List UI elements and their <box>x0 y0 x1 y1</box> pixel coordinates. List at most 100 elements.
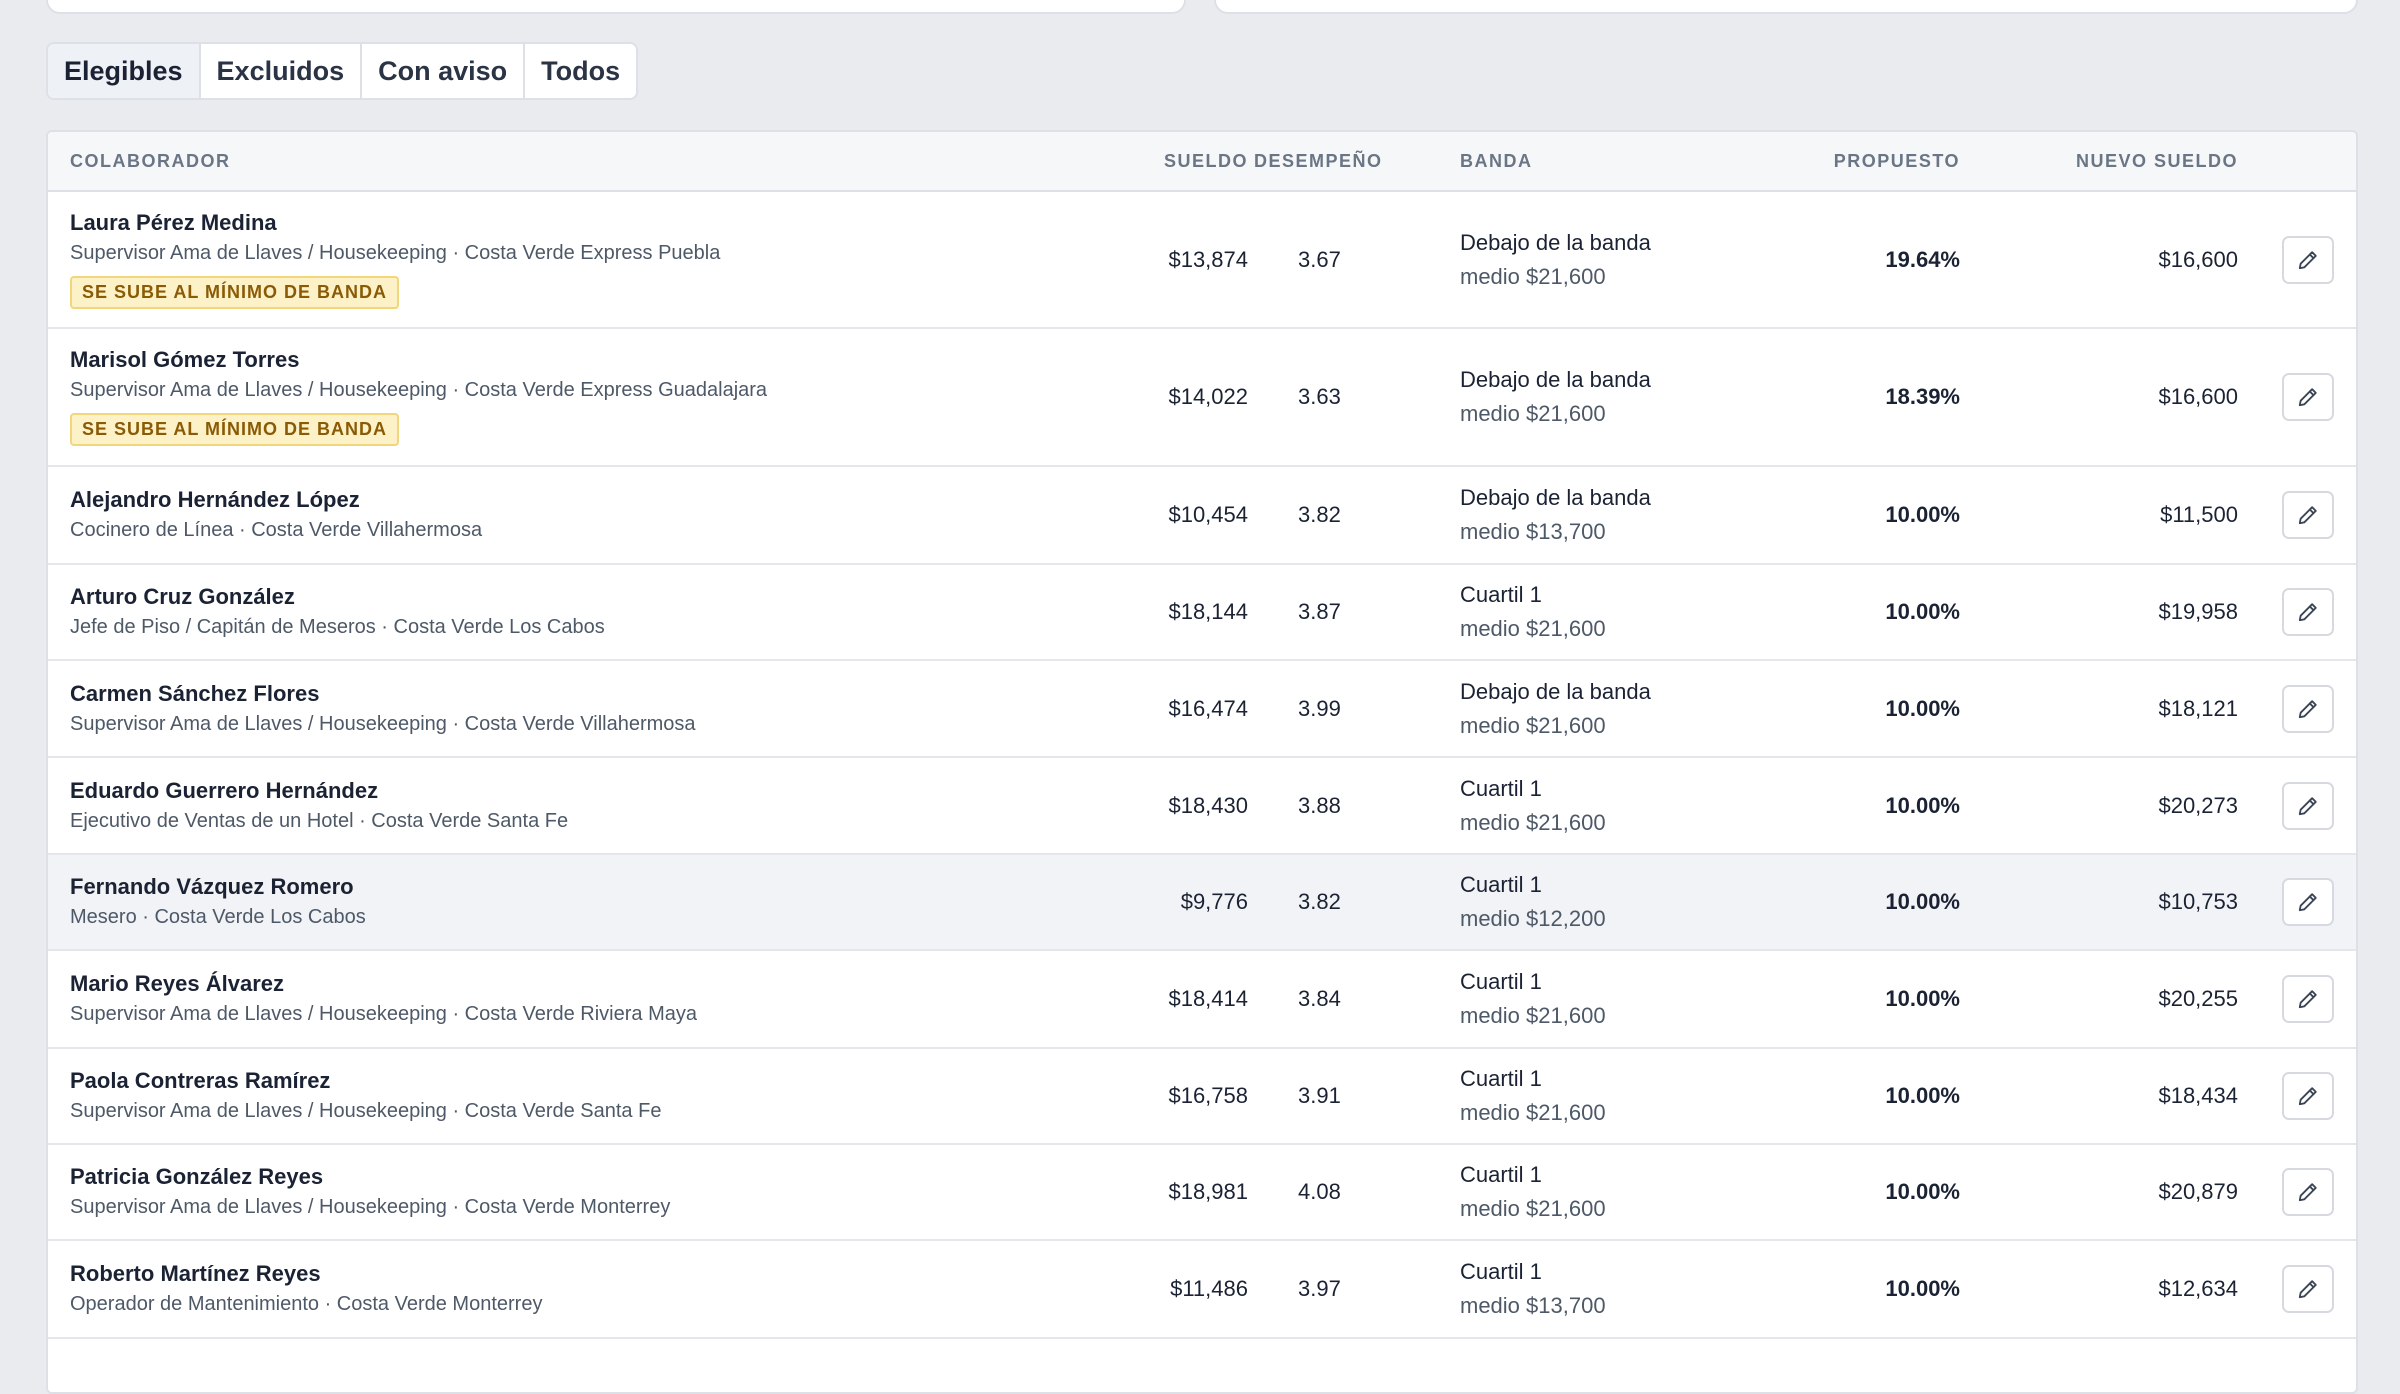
performance-score: 3.63 <box>1298 384 1341 409</box>
current-salary: $18,430 <box>1168 792 1248 818</box>
band-midpoint: medio $21,600 <box>1460 809 1606 835</box>
employee-position-location: Supervisor Ama de Llaves / Housekeeping … <box>70 1196 671 1218</box>
table-row[interactable]: Mario Reyes Álvarez Supervisor Ama de Ll… <box>48 951 2356 1049</box>
table-row[interactable]: Laura Pérez Medina Supervisor Ama de Lla… <box>48 192 2356 329</box>
employee-name: Mario Reyes Álvarez <box>70 971 284 996</box>
employee-name: Arturo Cruz González <box>70 584 295 609</box>
column-header-nuevo-sueldo[interactable]: NUEVO SUELDO <box>2076 132 2238 190</box>
band-midpoint: medio $21,600 <box>1460 712 1606 738</box>
employee-position-location: Ejecutivo de Ventas de un Hotel · Costa … <box>70 809 569 832</box>
edit-button[interactable] <box>2282 975 2334 1023</box>
column-header-propuesto[interactable]: PROPUESTO <box>1834 132 1960 190</box>
band-status: Debajo de la banda <box>1460 678 1651 704</box>
current-salary: $18,144 <box>1168 599 1248 624</box>
edit-button[interactable] <box>2282 588 2334 636</box>
employee-name: Carmen Sánchez Flores <box>70 680 320 706</box>
proposed-increase: 10.00% <box>1885 889 1960 914</box>
employee-name: Eduardo Guerrero Hernández <box>70 777 379 803</box>
tab-elegibles[interactable]: Elegibles <box>48 44 201 98</box>
current-salary: $14,022 <box>1168 384 1248 409</box>
employee-cell: Arturo Cruz González Jefe de Piso / Capi… <box>70 582 605 642</box>
pencil-icon <box>2298 1183 2317 1202</box>
current-salary: $10,454 <box>1168 502 1248 527</box>
employee-position-location: Supervisor Ama de Llaves / Housekeeping … <box>70 1003 697 1025</box>
performance-score: 3.67 <box>1298 246 1341 272</box>
employee-position-location: Cocinero de Línea · Costa Verde Villaher… <box>70 519 483 541</box>
edit-button[interactable] <box>2282 1265 2334 1313</box>
band-status: Cuartil 1 <box>1460 969 1542 994</box>
band-cell: Debajo de la banda medio $21,600 <box>1460 363 1651 431</box>
current-salary: $16,474 <box>1168 695 1248 721</box>
edit-button[interactable] <box>2282 781 2334 830</box>
tab-todos[interactable]: Todos <box>525 44 636 98</box>
employee-position-location: Supervisor Ama de Llaves / Housekeeping … <box>70 712 696 735</box>
employee-name: Patricia González Reyes <box>70 1164 324 1189</box>
performance-score: 3.88 <box>1298 792 1341 818</box>
table-row[interactable]: Marisol Gómez Torres Supervisor Ama de L… <box>48 329 2356 467</box>
employee-cell: Marisol Gómez Torres Supervisor Ama de L… <box>70 345 767 446</box>
column-header-desempeno[interactable]: DESEMPEÑO <box>1254 132 1383 190</box>
column-header-sueldo[interactable]: SUELDO <box>1164 132 1248 190</box>
table-row[interactable]: Patricia González Reyes Supervisor Ama d… <box>48 1145 2356 1241</box>
band-cell: Debajo de la banda medio $21,600 <box>1460 226 1651 294</box>
table-row[interactable]: Arturo Cruz González Jefe de Piso / Capi… <box>48 565 2356 661</box>
band-midpoint: medio $21,600 <box>1460 263 1606 289</box>
edit-button[interactable] <box>2282 491 2334 539</box>
band-midpoint: medio $21,600 <box>1460 1100 1606 1125</box>
new-salary: $11,500 <box>2160 502 2238 527</box>
band-minimum-badge: SE SUBE AL MÍNIMO DE BANDA <box>70 276 400 309</box>
employee-cell: Roberto Martínez Reyes Operador de Mante… <box>70 1259 542 1319</box>
top-summary-card-left <box>46 0 1186 14</box>
new-salary: $20,879 <box>2158 1179 2238 1204</box>
table-row[interactable]: Eduardo Guerrero Hernández Ejecutivo de … <box>48 758 2356 855</box>
new-salary: $20,273 <box>2158 792 2238 818</box>
current-salary: $11,486 <box>1170 1276 1248 1301</box>
proposed-increase: 10.00% <box>1885 599 1960 624</box>
edit-button[interactable] <box>2282 1168 2334 1216</box>
performance-score: 3.82 <box>1298 889 1341 914</box>
current-salary: $18,414 <box>1168 986 1248 1011</box>
employee-position-location: Operador de Mantenimiento · Costa Verde … <box>70 1293 543 1315</box>
band-cell: Cuartil 1 medio $21,600 <box>1460 1062 1606 1130</box>
band-cell: Cuartil 1 medio $13,700 <box>1460 1255 1606 1323</box>
column-header-colaborador[interactable]: COLABORADOR <box>70 132 231 190</box>
pencil-icon <box>2298 250 2317 269</box>
proposed-increase: 10.00% <box>1885 1179 1960 1204</box>
table-header: COLABORADOR SUELDO DESEMPEÑO BANDA PROPU… <box>48 132 2356 192</box>
employee-position-location: Jefe de Piso / Capitán de Meseros · Cost… <box>70 616 605 638</box>
current-salary: $9,776 <box>1180 889 1248 914</box>
band-status: Cuartil 1 <box>1460 582 1542 607</box>
edit-button[interactable] <box>2282 684 2334 733</box>
employee-cell: Paola Contreras Ramírez Supervisor Ama d… <box>70 1066 661 1126</box>
pencil-icon <box>2298 990 2317 1009</box>
tab-excluidos[interactable]: Excluidos <box>201 44 363 98</box>
current-salary: $16,758 <box>1168 1083 1248 1108</box>
table-row[interactable]: Carmen Sánchez Flores Supervisor Ama de … <box>48 661 2356 758</box>
employee-cell: Fernando Vázquez Romero Mesero · Costa V… <box>70 872 366 932</box>
employee-position-location: Supervisor Ama de Llaves / Housekeeping … <box>70 1100 662 1122</box>
employee-cell: Mario Reyes Álvarez Supervisor Ama de Ll… <box>70 969 697 1029</box>
band-midpoint: medio $13,700 <box>1460 1293 1606 1318</box>
edit-button[interactable] <box>2282 878 2334 926</box>
table-row[interactable]: Roberto Martínez Reyes Operador de Mante… <box>48 1241 2356 1339</box>
band-minimum-badge: SE SUBE AL MÍNIMO DE BANDA <box>70 413 400 446</box>
edit-button[interactable] <box>2282 373 2334 421</box>
new-salary: $12,634 <box>2158 1276 2238 1301</box>
performance-score: 3.99 <box>1298 695 1341 721</box>
employee-position-location: Supervisor Ama de Llaves / Housekeeping … <box>70 242 721 264</box>
edit-button[interactable] <box>2282 1072 2334 1120</box>
employee-name: Roberto Martínez Reyes <box>70 1261 321 1286</box>
table-row[interactable]: Fernando Vázquez Romero Mesero · Costa V… <box>48 855 2356 951</box>
new-salary: $20,255 <box>2158 986 2238 1011</box>
column-header-banda[interactable]: BANDA <box>1460 132 1533 190</box>
table-row[interactable]: Alejandro Hernández López Cocinero de Lí… <box>48 467 2356 565</box>
employee-position-location: Supervisor Ama de Llaves / Housekeeping … <box>70 379 768 401</box>
employee-name: Laura Pérez Medina <box>70 210 277 235</box>
band-status: Cuartil 1 <box>1460 1066 1542 1091</box>
table-row[interactable]: Paola Contreras Ramírez Supervisor Ama d… <box>48 1049 2356 1145</box>
filter-tabs: Elegibles Excluidos Con aviso Todos <box>46 42 639 100</box>
tab-con-aviso[interactable]: Con aviso <box>362 44 526 98</box>
edit-button[interactable] <box>2282 235 2334 284</box>
proposed-increase: 18.39% <box>1885 384 1960 409</box>
band-cell: Cuartil 1 medio $21,600 <box>1460 1158 1606 1226</box>
